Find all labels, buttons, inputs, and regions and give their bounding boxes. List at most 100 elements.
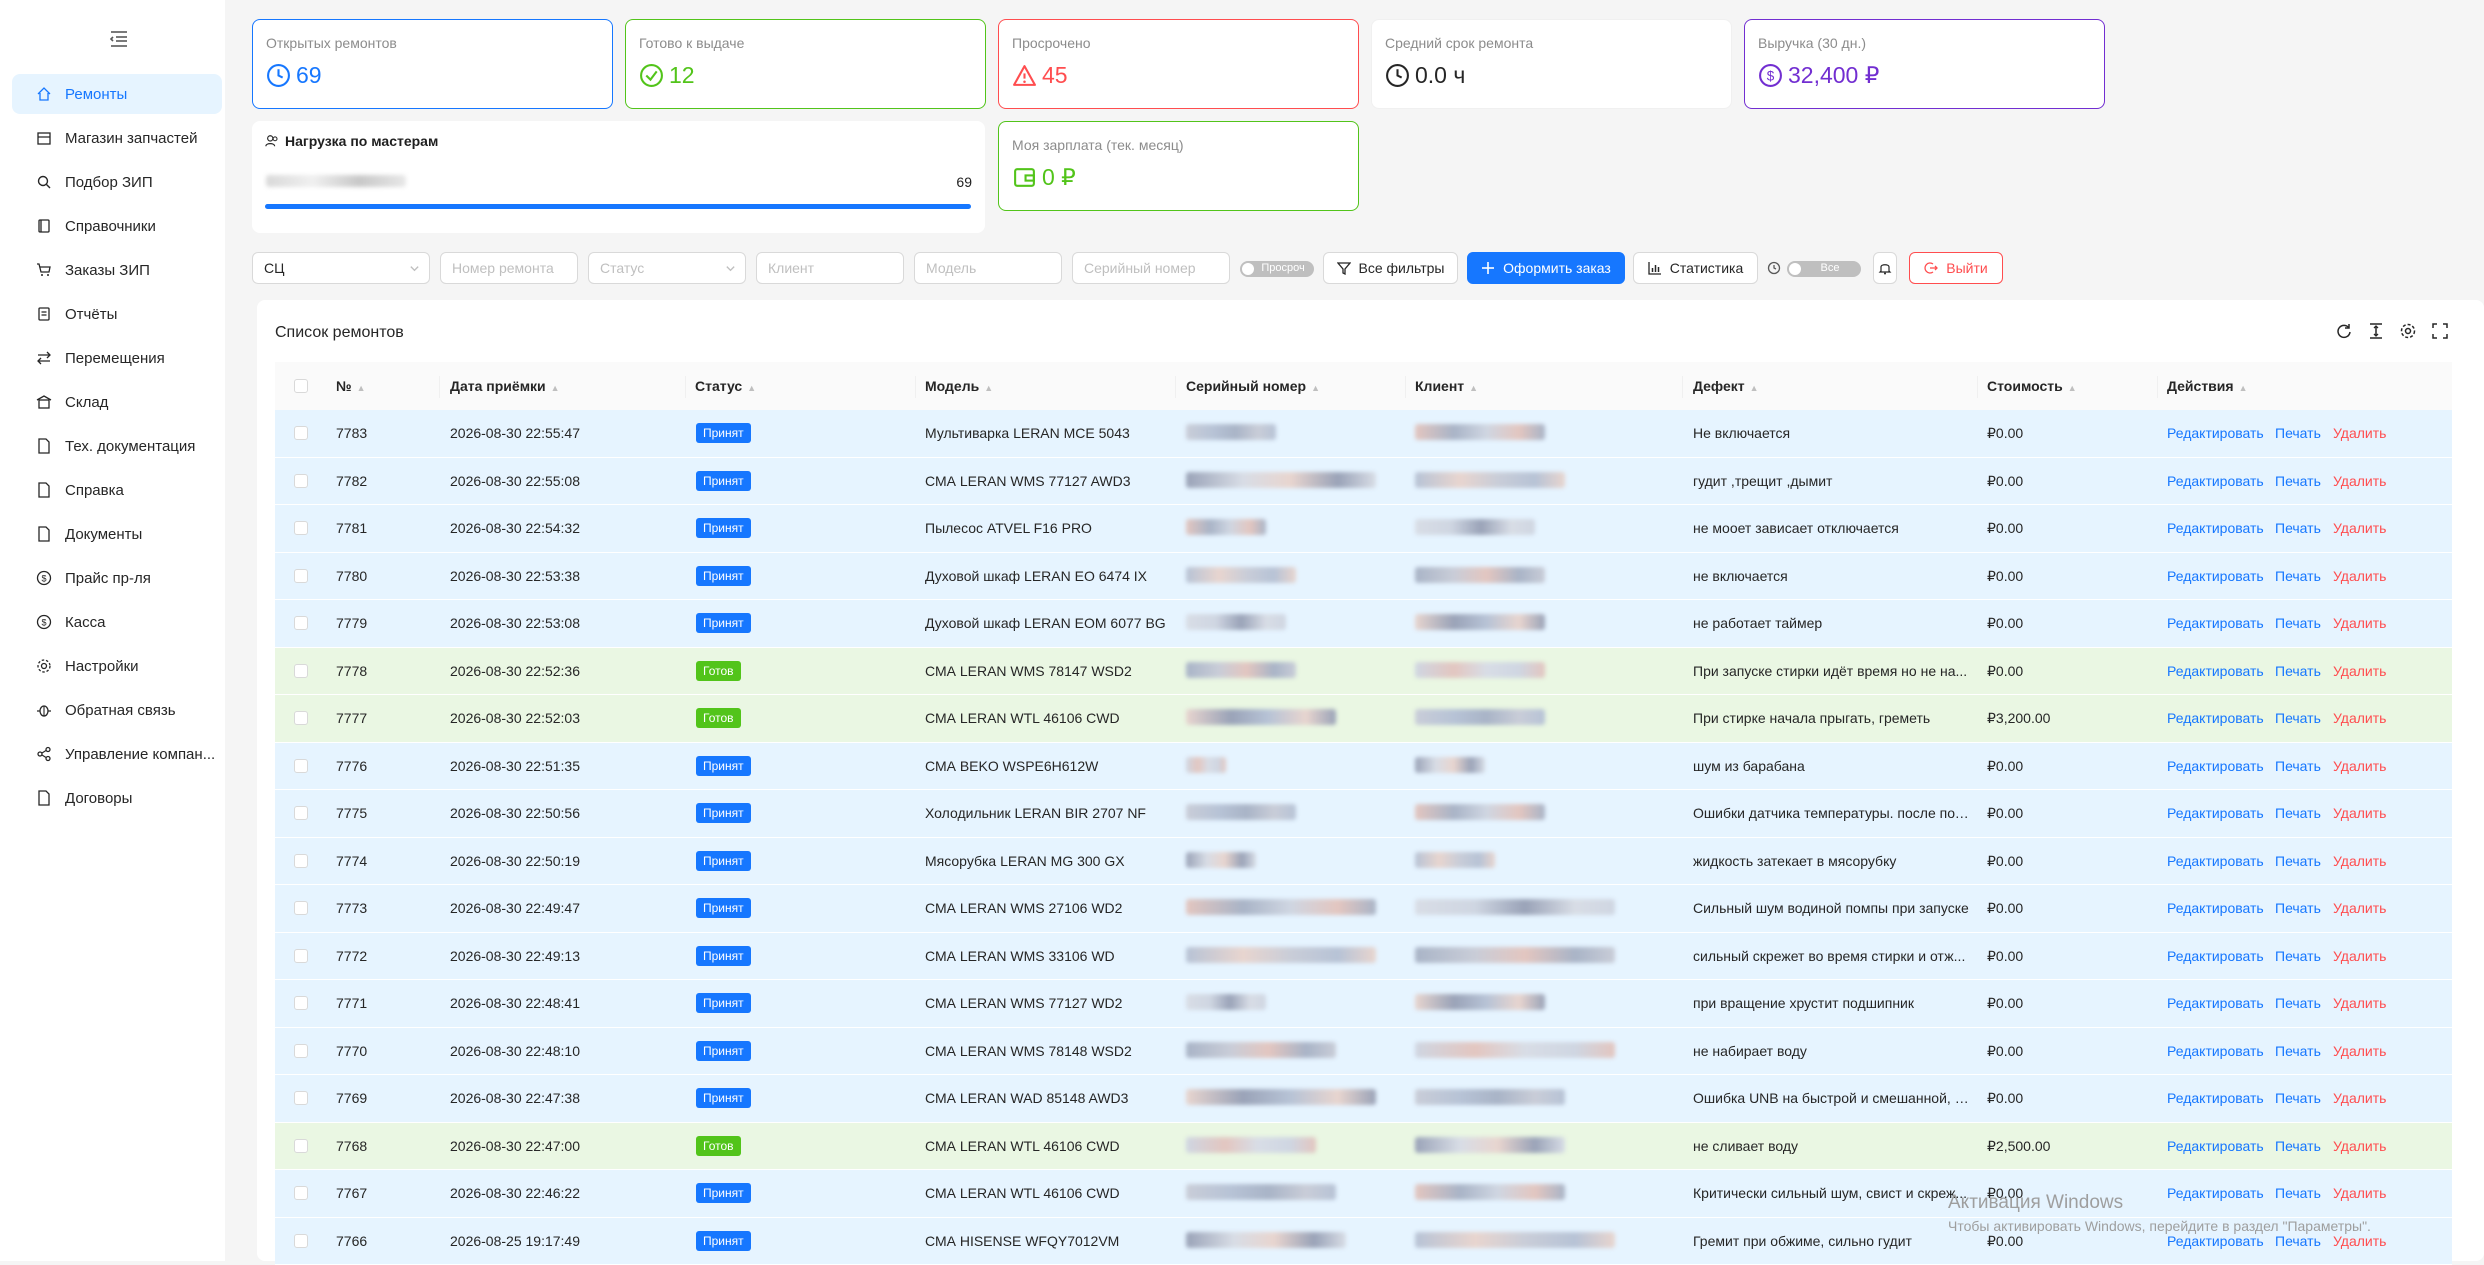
- table-row[interactable]: 77742026-08-30 22:50:19ПринятМясорубка L…: [275, 838, 2452, 886]
- delete-link[interactable]: Удалить: [2333, 473, 2386, 489]
- table-row[interactable]: 77712026-08-30 22:48:41ПринятСМА LERAN W…: [275, 980, 2452, 1028]
- edit-link[interactable]: Редактировать: [2167, 1090, 2264, 1106]
- table-row[interactable]: 77702026-08-30 22:48:10ПринятСМА LERAN W…: [275, 1028, 2452, 1076]
- sidebar-item[interactable]: Магазин запчастей: [12, 118, 222, 158]
- print-link[interactable]: Печать: [2275, 758, 2321, 774]
- notifications-button[interactable]: [1873, 252, 1897, 284]
- sidebar-item[interactable]: Заказы ЗИП: [12, 250, 222, 290]
- table-row[interactable]: 77832026-08-30 22:55:47ПринятМультиварка…: [275, 410, 2452, 458]
- edit-link[interactable]: Редактировать: [2167, 1138, 2264, 1154]
- menu-collapse-icon[interactable]: [108, 28, 130, 50]
- delete-link[interactable]: Удалить: [2333, 853, 2386, 869]
- table-row[interactable]: 77692026-08-30 22:47:38ПринятСМА LERAN W…: [275, 1075, 2452, 1123]
- print-link[interactable]: Печать: [2275, 1090, 2321, 1106]
- row-checkbox[interactable]: [294, 1186, 308, 1200]
- sidebar-item[interactable]: $Касса: [12, 602, 222, 642]
- fullscreen-icon[interactable]: [2431, 322, 2449, 340]
- status-select[interactable]: Статус: [588, 252, 746, 284]
- sidebar-item[interactable]: Склад: [12, 382, 222, 422]
- print-link[interactable]: Печать: [2275, 710, 2321, 726]
- print-link[interactable]: Печать: [2275, 1138, 2321, 1154]
- sidebar-item[interactable]: Управление компан...: [12, 734, 222, 774]
- row-checkbox[interactable]: [294, 1091, 308, 1105]
- overdue-toggle[interactable]: Просроч: [1240, 261, 1314, 277]
- table-row[interactable]: 77802026-08-30 22:53:38ПринятДуховой шка…: [275, 553, 2452, 601]
- logout-button[interactable]: Выйти: [1909, 252, 2003, 284]
- sidebar-item[interactable]: Обратная связь: [12, 690, 222, 730]
- edit-link[interactable]: Редактировать: [2167, 663, 2264, 679]
- row-checkbox[interactable]: [294, 521, 308, 535]
- row-checkbox[interactable]: [294, 901, 308, 915]
- col-actions[interactable]: Действия▲: [2167, 378, 2247, 394]
- table-row[interactable]: 77772026-08-30 22:52:03ГотовСМА LERAN WT…: [275, 695, 2452, 743]
- sidebar-item[interactable]: Справка: [12, 470, 222, 510]
- col-defect[interactable]: Дефект▲: [1693, 378, 1759, 394]
- repair-number-input[interactable]: Номер ремонта: [440, 252, 578, 284]
- delete-link[interactable]: Удалить: [2333, 1233, 2386, 1249]
- row-checkbox[interactable]: [294, 949, 308, 963]
- edit-link[interactable]: Редактировать: [2167, 710, 2264, 726]
- print-link[interactable]: Печать: [2275, 805, 2321, 821]
- delete-link[interactable]: Удалить: [2333, 710, 2386, 726]
- row-checkbox[interactable]: [294, 426, 308, 440]
- edit-link[interactable]: Редактировать: [2167, 425, 2264, 441]
- table-row[interactable]: 77722026-08-30 22:49:13ПринятСМА LERAN W…: [275, 933, 2452, 981]
- statistics-button[interactable]: Статистика: [1633, 252, 1758, 284]
- print-link[interactable]: Печать: [2275, 663, 2321, 679]
- row-checkbox[interactable]: [294, 664, 308, 678]
- all-filters-button[interactable]: Все фильтры: [1323, 252, 1458, 284]
- delete-link[interactable]: Удалить: [2333, 995, 2386, 1011]
- delete-link[interactable]: Удалить: [2333, 520, 2386, 536]
- reload-icon[interactable]: [2335, 322, 2353, 340]
- sidebar-item[interactable]: Ремонты: [12, 74, 222, 114]
- col-model[interactable]: Модель▲: [925, 378, 993, 394]
- table-row[interactable]: 77792026-08-30 22:53:08ПринятДуховой шка…: [275, 600, 2452, 648]
- print-link[interactable]: Печать: [2275, 1043, 2321, 1059]
- history-icon[interactable]: [1767, 261, 1781, 275]
- service-center-select[interactable]: СЦ: [252, 252, 430, 284]
- delete-link[interactable]: Удалить: [2333, 805, 2386, 821]
- row-checkbox[interactable]: [294, 1044, 308, 1058]
- delete-link[interactable]: Удалить: [2333, 1138, 2386, 1154]
- table-row[interactable]: 77762026-08-30 22:51:35ПринятСМА BEKO WS…: [275, 743, 2452, 791]
- delete-link[interactable]: Удалить: [2333, 948, 2386, 964]
- edit-link[interactable]: Редактировать: [2167, 853, 2264, 869]
- edit-link[interactable]: Редактировать: [2167, 805, 2264, 821]
- table-row[interactable]: 77812026-08-30 22:54:32ПринятПылесос ATV…: [275, 505, 2452, 553]
- model-input[interactable]: Модель: [914, 252, 1062, 284]
- row-checkbox[interactable]: [294, 854, 308, 868]
- col-serial[interactable]: Серийный номер▲: [1186, 378, 1320, 394]
- sidebar-item[interactable]: Договоры: [12, 778, 222, 818]
- table-row[interactable]: 77822026-08-30 22:55:08ПринятСМА LERAN W…: [275, 458, 2452, 506]
- gear-icon[interactable]: [2399, 322, 2417, 340]
- sidebar-item[interactable]: Подбор ЗИП: [12, 162, 222, 202]
- sidebar-item[interactable]: Настройки: [12, 646, 222, 686]
- edit-link[interactable]: Редактировать: [2167, 1043, 2264, 1059]
- delete-link[interactable]: Удалить: [2333, 663, 2386, 679]
- row-checkbox[interactable]: [294, 759, 308, 773]
- table-row[interactable]: 77752026-08-30 22:50:56ПринятХолодильник…: [275, 790, 2452, 838]
- edit-link[interactable]: Редактировать: [2167, 900, 2264, 916]
- col-number[interactable]: №▲: [336, 378, 366, 394]
- delete-link[interactable]: Удалить: [2333, 758, 2386, 774]
- sidebar-item[interactable]: Тех. документация: [12, 426, 222, 466]
- print-link[interactable]: Печать: [2275, 1233, 2321, 1249]
- print-link[interactable]: Печать: [2275, 853, 2321, 869]
- col-client[interactable]: Клиент▲: [1415, 378, 1478, 394]
- delete-link[interactable]: Удалить: [2333, 1043, 2386, 1059]
- row-checkbox[interactable]: [294, 1234, 308, 1248]
- print-link[interactable]: Печать: [2275, 900, 2321, 916]
- print-link[interactable]: Печать: [2275, 948, 2321, 964]
- edit-link[interactable]: Редактировать: [2167, 568, 2264, 584]
- client-input[interactable]: Клиент: [756, 252, 904, 284]
- create-order-button[interactable]: Оформить заказ: [1467, 252, 1625, 284]
- sidebar-item[interactable]: Перемещения: [12, 338, 222, 378]
- print-link[interactable]: Печать: [2275, 520, 2321, 536]
- edit-link[interactable]: Редактировать: [2167, 948, 2264, 964]
- print-link[interactable]: Печать: [2275, 615, 2321, 631]
- print-link[interactable]: Печать: [2275, 425, 2321, 441]
- all-toggle[interactable]: Все: [1787, 261, 1861, 277]
- row-checkbox[interactable]: [294, 569, 308, 583]
- edit-link[interactable]: Редактировать: [2167, 615, 2264, 631]
- edit-link[interactable]: Редактировать: [2167, 758, 2264, 774]
